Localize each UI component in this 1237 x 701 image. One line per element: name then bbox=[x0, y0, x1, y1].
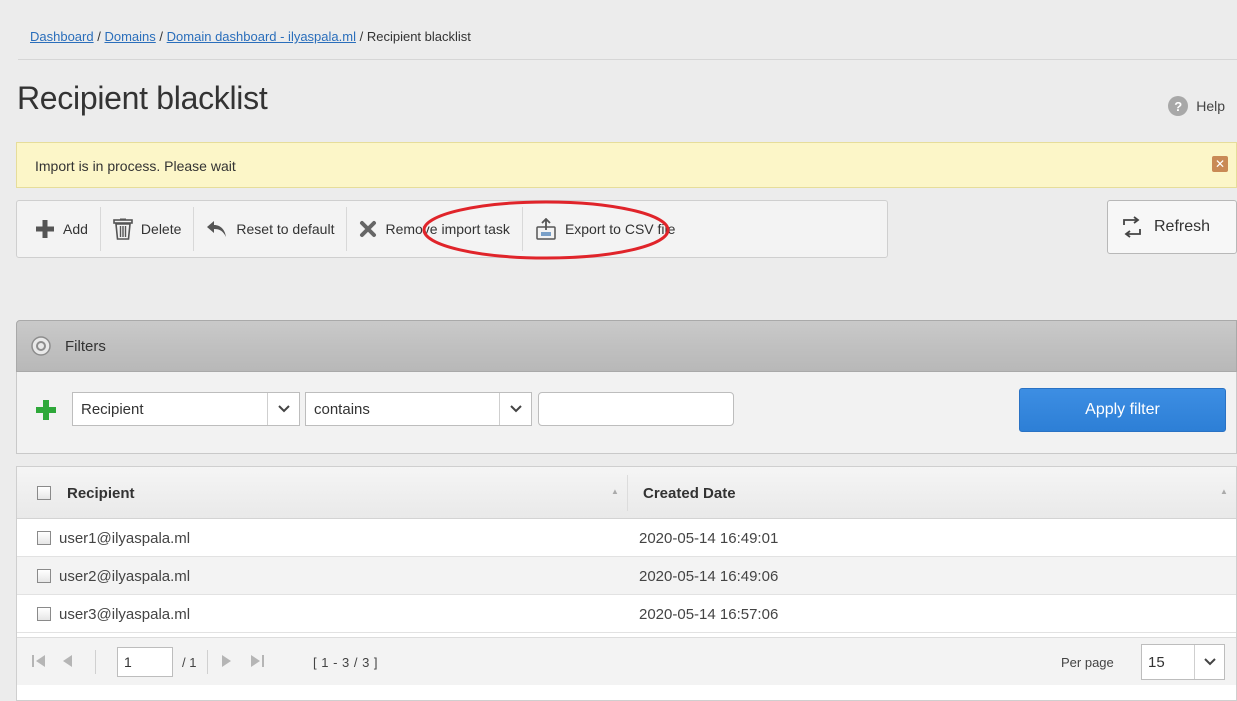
plus-icon bbox=[36, 220, 54, 238]
table-row[interactable]: user2@ilyaspala.ml 2020-05-14 16:49:06 bbox=[17, 557, 1236, 595]
close-icon[interactable]: ✕ bbox=[1212, 156, 1228, 172]
add-filter-icon[interactable] bbox=[34, 398, 58, 422]
chevron-down-icon bbox=[267, 393, 299, 425]
total-pages-label: / 1 bbox=[182, 655, 197, 670]
reset-to-default-button[interactable]: Reset to default bbox=[194, 207, 348, 251]
filter-field-value: Recipient bbox=[81, 400, 144, 418]
breadcrumb-domain-dashboard-link[interactable]: Domain dashboard - ilyaspala.ml bbox=[167, 29, 356, 44]
refresh-button[interactable]: Refresh bbox=[1107, 200, 1237, 254]
export-icon bbox=[536, 218, 556, 240]
sort-icon[interactable]: ▲ bbox=[611, 487, 619, 496]
refresh-icon bbox=[1123, 216, 1141, 238]
blacklist-table: Recipient ▲ Created Date ▲ user1@ilyaspa… bbox=[16, 466, 1237, 701]
notice-text: Import is in process. Please wait bbox=[35, 158, 236, 174]
export-csv-button[interactable]: Export to CSV file bbox=[523, 207, 688, 251]
remove-import-label: Remove import task bbox=[385, 221, 510, 237]
table-header: Recipient ▲ Created Date ▲ bbox=[17, 467, 1236, 519]
created-date-cell: 2020-05-14 16:49:06 bbox=[639, 567, 779, 585]
previous-page-icon[interactable] bbox=[61, 654, 73, 668]
header-select-all[interactable] bbox=[37, 467, 51, 519]
table-row[interactable]: user3@ilyaspala.ml 2020-05-14 16:57:06 bbox=[17, 595, 1236, 633]
breadcrumb-dashboard-link[interactable]: Dashboard bbox=[30, 29, 94, 44]
chevron-down-icon bbox=[1194, 645, 1224, 679]
delete-button[interactable]: Delete bbox=[101, 207, 195, 251]
add-button[interactable]: Add bbox=[23, 207, 101, 251]
per-page-label: Per page bbox=[1061, 655, 1114, 670]
import-notice: Import is in process. Please wait ✕ bbox=[16, 142, 1237, 188]
help-label: Help bbox=[1196, 98, 1225, 114]
column-created-label: Created Date bbox=[643, 484, 736, 502]
reset-label: Reset to default bbox=[236, 221, 335, 237]
breadcrumb-separator: / bbox=[159, 29, 164, 44]
per-page-select[interactable]: 15 bbox=[1141, 644, 1225, 680]
next-page-icon[interactable] bbox=[221, 654, 233, 668]
add-label: Add bbox=[63, 221, 88, 237]
filters-title: Filters bbox=[65, 337, 106, 355]
pager-divider bbox=[95, 650, 96, 674]
select-all-checkbox[interactable] bbox=[37, 486, 51, 500]
row-checkbox[interactable] bbox=[37, 607, 51, 621]
per-page-value: 15 bbox=[1148, 653, 1165, 671]
column-header-created-date[interactable]: Created Date bbox=[643, 467, 736, 519]
filters-header[interactable]: Filters bbox=[16, 320, 1237, 372]
question-icon: ? bbox=[1168, 96, 1189, 116]
created-date-cell: 2020-05-14 16:57:06 bbox=[639, 605, 779, 623]
filter-toggle-icon bbox=[31, 336, 51, 356]
recipient-cell: user3@ilyaspala.ml bbox=[59, 605, 191, 623]
page-number-input[interactable] bbox=[117, 647, 173, 677]
breadcrumb-current: Recipient blacklist bbox=[366, 29, 471, 44]
breadcrumb: Dashboard / Domains / Domain dashboard -… bbox=[18, 18, 1237, 60]
trash-icon bbox=[113, 218, 133, 240]
column-header-recipient[interactable]: Recipient bbox=[67, 467, 627, 519]
pagination-bar: / 1 [ 1 - 3 / 3 ] Per page 15 bbox=[17, 637, 1236, 685]
filter-field-select[interactable]: Recipient bbox=[72, 392, 300, 426]
column-divider bbox=[627, 475, 628, 511]
filter-value-input[interactable] bbox=[538, 392, 734, 426]
sort-icon[interactable]: ▲ bbox=[1220, 487, 1228, 496]
table-row[interactable]: user1@ilyaspala.ml 2020-05-14 16:49:01 bbox=[17, 519, 1236, 557]
filter-operator-value: contains bbox=[314, 400, 370, 418]
created-date-cell: 2020-05-14 16:49:01 bbox=[639, 529, 779, 547]
x-mark-icon bbox=[360, 221, 377, 237]
refresh-label: Refresh bbox=[1154, 218, 1211, 235]
last-page-icon[interactable] bbox=[249, 654, 265, 668]
action-toolbar: Add Delete Reset to default Remove impor… bbox=[16, 200, 888, 258]
record-range-label: [ 1 - 3 / 3 ] bbox=[313, 655, 379, 670]
first-page-icon[interactable] bbox=[31, 654, 47, 668]
recipient-cell: user2@ilyaspala.ml bbox=[59, 567, 191, 585]
undo-arrow-icon bbox=[207, 221, 227, 237]
column-recipient-label: Recipient bbox=[67, 484, 135, 502]
help-link[interactable]: ? Help bbox=[1168, 96, 1225, 116]
pager-divider bbox=[207, 650, 208, 674]
row-checkbox[interactable] bbox=[37, 569, 51, 583]
breadcrumb-separator: / bbox=[359, 29, 364, 44]
breadcrumb-separator: / bbox=[97, 29, 101, 44]
remove-import-task-button[interactable]: Remove import task bbox=[347, 207, 523, 251]
chevron-down-icon bbox=[499, 393, 531, 425]
row-checkbox[interactable] bbox=[37, 531, 51, 545]
apply-filter-button[interactable]: Apply filter bbox=[1019, 388, 1226, 432]
delete-label: Delete bbox=[140, 221, 182, 237]
export-label: Export to CSV file bbox=[564, 221, 676, 237]
filter-operator-select[interactable]: contains bbox=[305, 392, 532, 426]
page-title: Recipient blacklist bbox=[17, 80, 268, 116]
breadcrumb-domains-link[interactable]: Domains bbox=[104, 29, 155, 44]
recipient-cell: user1@ilyaspala.ml bbox=[59, 529, 191, 547]
